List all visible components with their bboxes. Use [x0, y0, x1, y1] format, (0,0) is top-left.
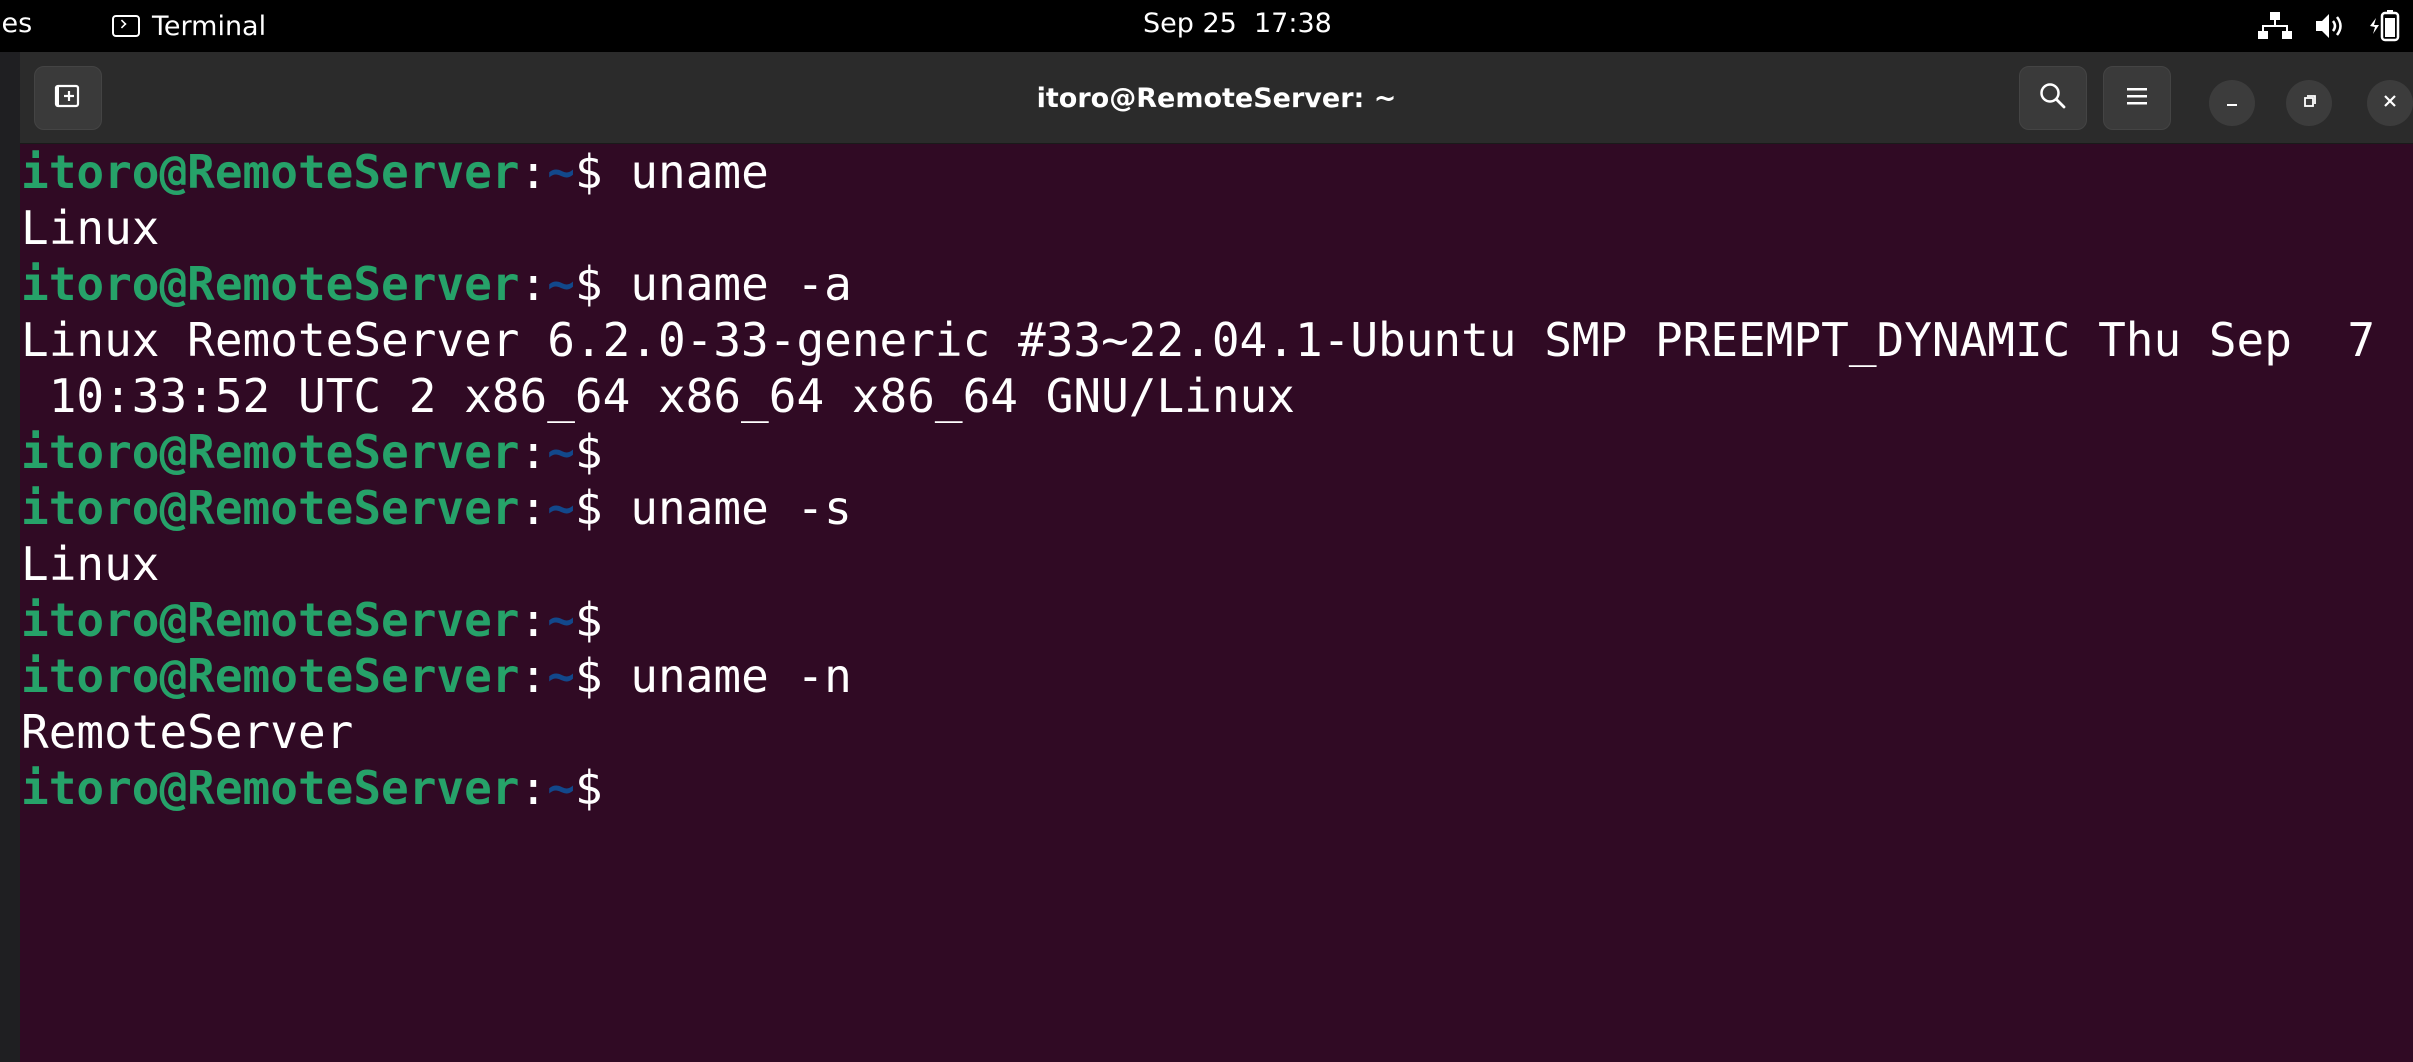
close-icon	[2381, 92, 2399, 114]
prompt-user-host: itoro@RemoteServer	[21, 481, 520, 535]
prompt-user-host: itoro@RemoteServer	[21, 425, 520, 479]
prompt-dollar: $	[574, 145, 603, 199]
app-name-label: Terminal	[152, 10, 267, 42]
close-button[interactable]	[2367, 80, 2413, 126]
prompt-dollar: $	[574, 257, 603, 311]
output-line: Linux	[21, 201, 160, 255]
prompt-path: ~	[547, 257, 575, 311]
terminal-output[interactable]: itoro@RemoteServer:~$ uname Linux itoro@…	[20, 144, 2413, 1062]
minimize-button[interactable]	[2209, 80, 2255, 126]
prompt-dollar: $	[574, 649, 603, 703]
prompt-path: ~	[547, 145, 575, 199]
header-bar: itoro@RemoteServer: ~	[20, 52, 2413, 144]
network-icon	[2258, 11, 2292, 41]
prompt-user-host: itoro@RemoteServer	[21, 257, 520, 311]
prompt-path: ~	[547, 425, 575, 479]
prompt-colon: :	[519, 761, 548, 815]
prompt-dollar: $	[574, 425, 603, 479]
prompt-user-host: itoro@RemoteServer	[21, 145, 520, 199]
prompt-line: itoro@RemoteServer:~$ uname	[21, 144, 769, 200]
top-bar: ies Terminal Sep 25 17:38	[0, 0, 2413, 52]
prompt-user-host: itoro@RemoteServer	[21, 593, 520, 647]
volume-icon	[2314, 12, 2346, 40]
prompt-colon: :	[519, 145, 548, 199]
output-line: 10:33:52 UTC 2 x86_64 x86_64 x86_64 GNU/…	[21, 369, 1295, 423]
search-button[interactable]	[2019, 66, 2087, 130]
prompt-dollar: $	[574, 761, 603, 815]
system-status-area[interactable]	[2258, 8, 2402, 44]
command-text: uname -n	[602, 649, 852, 703]
prompt-line: itoro@RemoteServer:~$ uname -s	[21, 480, 852, 536]
search-icon	[2038, 81, 2068, 115]
desktop-edge	[0, 52, 20, 1062]
minimize-icon	[2223, 92, 2241, 114]
prompt-colon: :	[519, 649, 548, 703]
prompt-path: ~	[547, 481, 575, 535]
prompt-path: ~	[547, 649, 575, 703]
prompt-user-host: itoro@RemoteServer	[21, 761, 520, 815]
terminal-icon	[112, 15, 140, 37]
maximize-button[interactable]	[2286, 80, 2332, 126]
activities-button[interactable]: ies	[0, 8, 32, 39]
battery-icon	[2368, 10, 2402, 42]
prompt-dollar: $	[574, 481, 603, 535]
prompt-dollar: $	[574, 593, 603, 647]
prompt-colon: :	[519, 481, 548, 535]
app-menu-button[interactable]: Terminal	[112, 6, 266, 46]
command-text: uname -s	[602, 481, 852, 535]
command-text: uname	[602, 145, 769, 199]
output-line: RemoteServer	[21, 705, 354, 759]
maximize-icon	[2300, 92, 2318, 114]
prompt-colon: :	[519, 257, 548, 311]
prompt-line: itoro@RemoteServer:~$	[21, 424, 603, 480]
prompt-path: ~	[547, 761, 575, 815]
prompt-colon: :	[519, 425, 548, 479]
menu-button[interactable]	[2103, 66, 2171, 130]
prompt-line: itoro@RemoteServer:~$	[21, 760, 603, 816]
terminal-window: itoro@RemoteServer: ~ itoro@RemoteServer…	[20, 52, 2413, 1062]
output-line: Linux	[21, 537, 160, 591]
command-text: uname -a	[602, 257, 852, 311]
clock[interactable]: Sep 25 17:38	[1143, 8, 1332, 39]
prompt-colon: :	[519, 593, 548, 647]
prompt-line: itoro@RemoteServer:~$ uname -a	[21, 256, 852, 312]
output-line: Linux RemoteServer 6.2.0-33-generic #33~…	[21, 313, 2376, 367]
hamburger-menu-icon	[2124, 85, 2150, 111]
prompt-path: ~	[547, 593, 575, 647]
prompt-line: itoro@RemoteServer:~$ uname -n	[21, 648, 852, 704]
prompt-user-host: itoro@RemoteServer	[21, 649, 520, 703]
prompt-line: itoro@RemoteServer:~$	[21, 592, 603, 648]
